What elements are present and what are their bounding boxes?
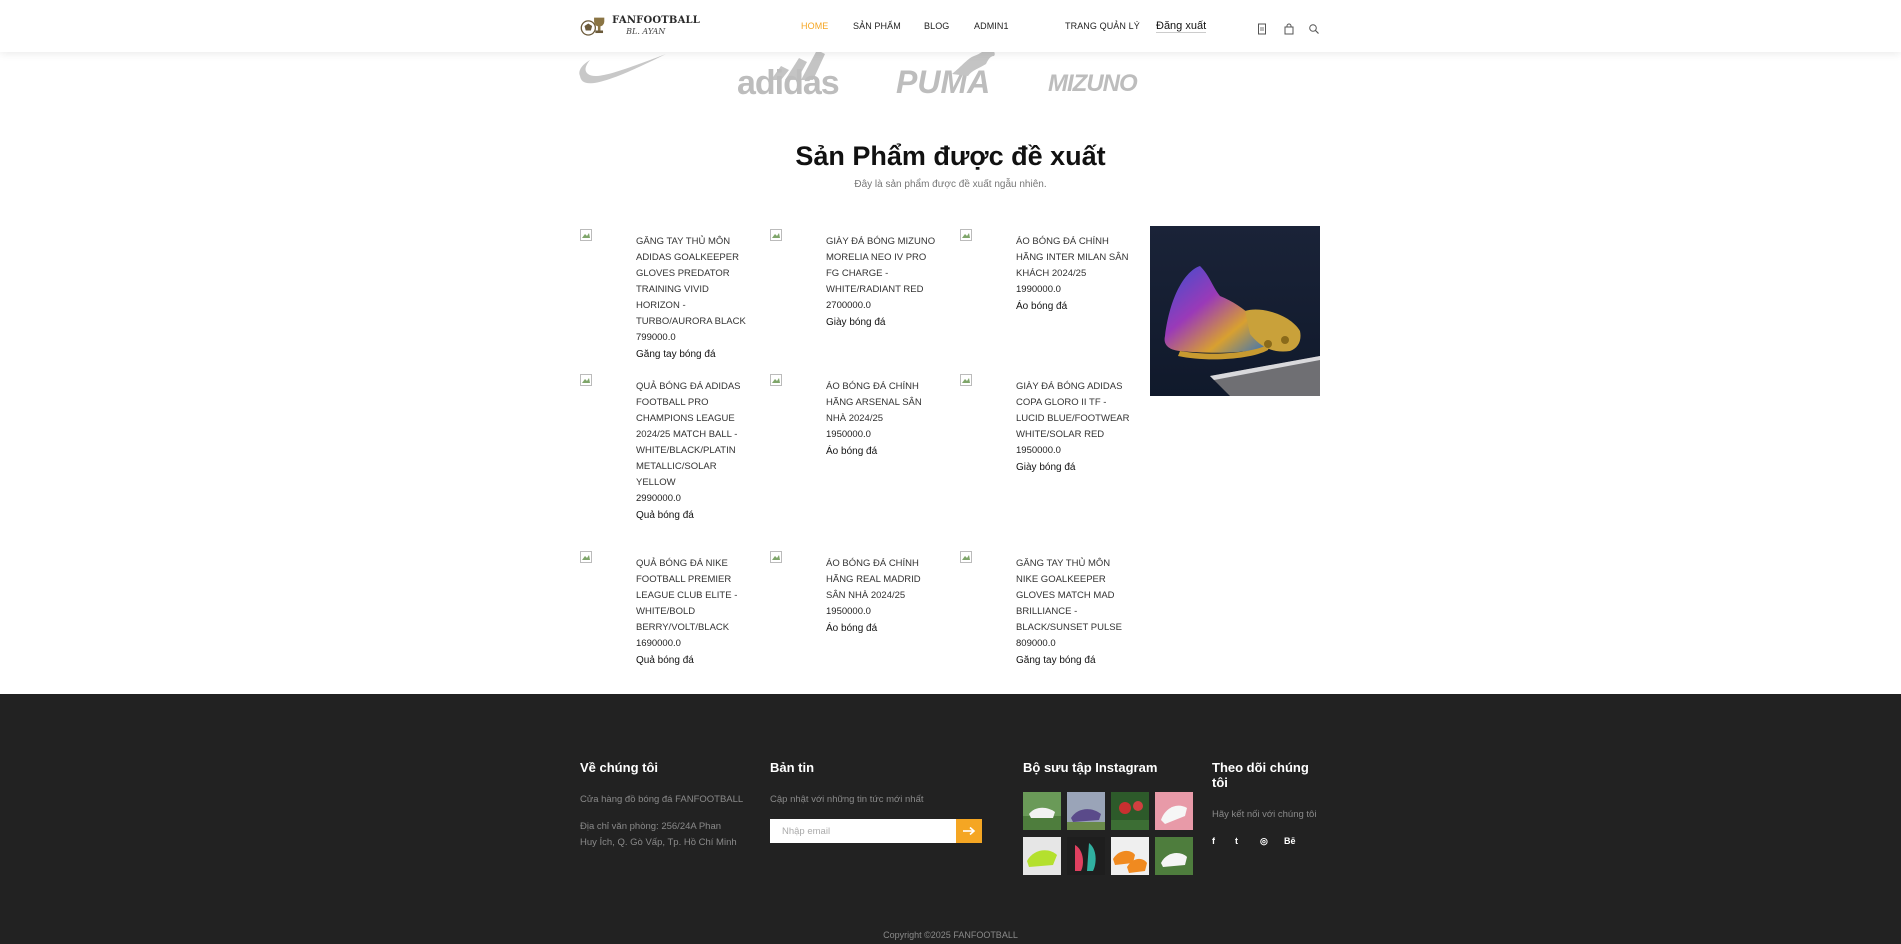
instagram-thumb[interactable] [1067, 792, 1105, 830]
footer-about: Về chúng tôi Cửa hàng đồ bóng đá FANFOOT… [580, 760, 750, 851]
product-name[interactable]: GĂNG TAY THỦ MÔN NIKE GOALKEEPER GLOVES … [1016, 556, 1132, 636]
document-icon[interactable] [1256, 20, 1268, 35]
broken-image-icon[interactable] [960, 548, 972, 563]
instagram-thumb[interactable] [1023, 837, 1061, 875]
site-header: FANFOOTBALL BL. AYAN HOME SẢN PHẨM BLOG … [0, 0, 1901, 52]
product-category: Áo bóng đá [1016, 301, 1068, 312]
broken-image-icon[interactable] [580, 548, 592, 563]
product-price: 809000.0 [1016, 638, 1056, 649]
footer-follow: Theo dõi chúng tôi Hãy kết nối với chúng… [1212, 760, 1322, 823]
product-price: 1990000.0 [1016, 284, 1061, 295]
footer-follow-title: Theo dõi chúng tôi [1212, 760, 1309, 790]
product-name[interactable]: GIÀY ĐÁ BÓNG ADIDAS COPA GLORO II TF - L… [1016, 379, 1132, 443]
broken-image-icon[interactable] [770, 226, 782, 241]
footer-address: Địa chỉ văn phòng: 256/24A Phan Huy Ích,… [580, 821, 737, 848]
search-icon[interactable] [1308, 20, 1320, 34]
product-price: 1950000.0 [826, 606, 871, 617]
product-category: Găng tay bóng đá [1016, 655, 1096, 666]
broken-image-icon[interactable] [960, 371, 972, 386]
footer-instagram: Bộ sưu tập Instagram [1023, 760, 1203, 775]
footer-newsletter-title: Bản tin [770, 760, 815, 775]
nav-home[interactable]: HOME [801, 21, 828, 31]
product-category: Quả bóng đá [636, 655, 694, 666]
instagram-thumb[interactable] [1155, 837, 1193, 875]
instagram-thumb[interactable] [1111, 837, 1149, 875]
cart-icon[interactable] [1283, 20, 1295, 35]
product-category: Găng tay bóng đá [636, 349, 716, 360]
logo-subtitle: BL. AYAN [626, 27, 666, 36]
instagram-thumb[interactable] [1023, 792, 1061, 830]
footer-instagram-title: Bộ sưu tập Instagram [1023, 760, 1158, 775]
facebook-icon[interactable]: f [1212, 836, 1215, 846]
site-logo[interactable]: FANFOOTBALL BL. AYAN [580, 9, 700, 43]
footer-newsletter: Bản tin Cập nhật với những tin tức mới n… [770, 760, 990, 808]
product-category: Áo bóng đá [826, 623, 878, 634]
product-category: Giày bóng đá [1016, 462, 1076, 473]
section-subtitle: Đây là sản phẩm được đề xuất ngẫu nhiên. [854, 179, 1047, 190]
instagram-thumb[interactable] [1067, 837, 1105, 875]
product-name[interactable]: ÁO BÓNG ĐÁ CHÍNH HÃNG INTER MILAN SÂN KH… [1016, 234, 1132, 282]
instagram-thumb[interactable] [1111, 792, 1149, 830]
logo-name: FANFOOTBALL [612, 15, 700, 26]
twitter-icon[interactable]: t [1235, 836, 1238, 846]
product-category: Áo bóng đá [826, 446, 878, 457]
brand-adidas: adidas [737, 64, 840, 102]
nav-manage[interactable]: TRANG QUẢN LÝ [1065, 21, 1140, 31]
footer-about-text: Cửa hàng đồ bóng đá FANFOOTBALL [580, 794, 744, 805]
product-name[interactable]: GIÀY ĐÁ BÓNG MIZUNO MORELIA NEO IV PRO F… [826, 234, 942, 298]
product-price: 799000.0 [636, 332, 676, 343]
product-price: 1690000.0 [636, 638, 681, 649]
instagram-thumb[interactable] [1155, 792, 1193, 830]
footer-follow-text: Hãy kết nối với chúng tôi [1212, 809, 1317, 820]
product-price: 1950000.0 [826, 429, 871, 440]
product-name[interactable]: QUẢ BÓNG ĐÁ ADIDAS FOOTBALL PRO CHAMPION… [636, 379, 752, 491]
broken-image-icon[interactable] [770, 371, 782, 386]
footer-newsletter-text: Cập nhật với những tin tức mới nhất [770, 794, 924, 805]
arrow-right-icon [963, 826, 976, 836]
product-price: 2990000.0 [636, 493, 681, 504]
broken-image-icon[interactable] [770, 548, 782, 563]
email-input[interactable]: Nhập email [770, 819, 956, 843]
brand-mizuno: MIZUNO [1048, 70, 1138, 97]
subscribe-button[interactable] [956, 819, 982, 843]
broken-image-icon[interactable] [960, 226, 972, 241]
copyright: Copyright ©2025 FANFOOTBALL [883, 930, 1018, 940]
featured-boots-image[interactable] [1150, 226, 1320, 396]
nav-products[interactable]: SẢN PHẨM [853, 21, 901, 31]
logout-link[interactable]: Đăng xuất [1156, 20, 1207, 33]
product-name[interactable]: GĂNG TAY THỦ MÔN ADIDAS GOALKEEPER GLOVE… [636, 234, 752, 330]
product-price: 2700000.0 [826, 300, 871, 311]
product-name[interactable]: ÁO BÓNG ĐÁ CHÍNH HÃNG REAL MADRID SÂN NH… [826, 556, 942, 604]
product-category: Quả bóng đá [636, 510, 694, 521]
product-name[interactable]: QUẢ BÓNG ĐÁ NIKE FOOTBALL PREMIER LEAGUE… [636, 556, 752, 636]
behance-icon[interactable]: Bē [1284, 836, 1296, 846]
product-category: Giày bóng đá [826, 317, 886, 328]
nav-admin[interactable]: ADMIN1 [974, 21, 1009, 31]
nike-swoosh-icon [579, 54, 666, 84]
broken-image-icon[interactable] [580, 226, 592, 241]
section-title: Sản Phẩm được đề xuất [795, 141, 1106, 171]
product-name[interactable]: ÁO BÓNG ĐÁ CHÍNH HÃNG ARSENAL SÂN NHÀ 20… [826, 379, 942, 427]
trophy-ball-logo-icon [580, 17, 605, 36]
nav-blog[interactable]: BLOG [924, 21, 949, 31]
dribbble-icon[interactable]: ◎ [1260, 836, 1268, 847]
broken-image-icon[interactable] [580, 371, 592, 386]
product-price: 1950000.0 [1016, 445, 1061, 456]
footer-about-title: Về chúng tôi [580, 760, 658, 775]
newsletter-form: Nhập email [770, 819, 982, 843]
